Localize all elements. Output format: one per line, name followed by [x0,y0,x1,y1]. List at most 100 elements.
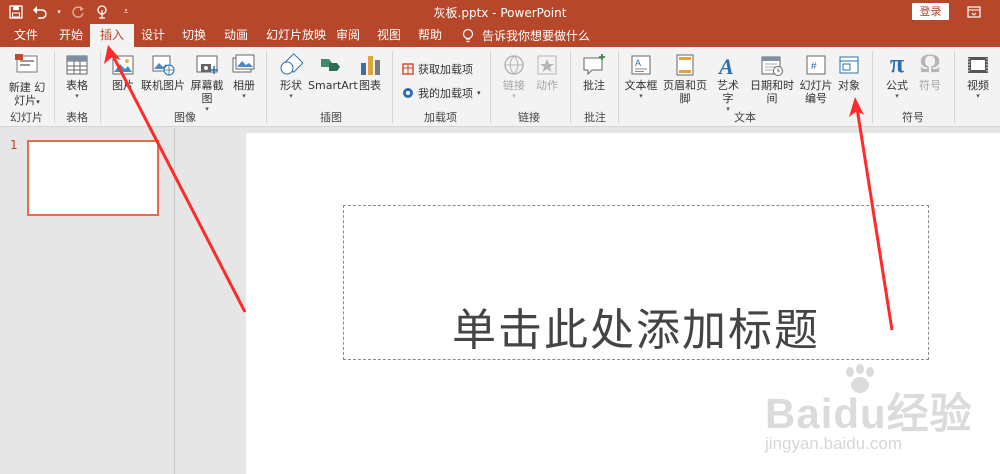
video-icon [968,57,988,73]
lightbulb-icon [462,28,474,42]
tab-help[interactable]: 帮助 [418,24,442,47]
group-divider [54,51,55,123]
screenshot-icon [196,55,218,74]
new-slide-button[interactable]: 新建 幻灯片▾ [6,53,48,109]
video-button[interactable]: 视频 ▾ [962,53,994,100]
link-label: 链接 [503,79,525,92]
group-label-illustrations: 插图 [320,111,342,124]
screenshot-button[interactable]: 屏幕截图 ▾ [186,53,228,113]
group-divider [490,51,491,123]
store-icon [402,63,414,75]
new-slide-icon [15,54,38,73]
comment-button[interactable]: 批注 [578,53,610,92]
shapes-button[interactable]: 形状 ▾ [276,53,306,100]
group-divider [570,51,571,123]
group-divider [100,51,101,123]
tab-file[interactable]: 文件 [14,24,38,47]
equation-button[interactable]: π 公式 ▾ [880,49,914,101]
symbol-button[interactable]: Ω 符号 [914,49,946,93]
object-label: 对象 [838,79,860,92]
ribbon-display-options-icon[interactable] [966,4,982,20]
tab-insert[interactable]: 插入 [90,24,135,47]
title-bar: ▾ ⩡ 灰板.pptx - PowerPoint 登录 [0,0,1000,24]
action-button[interactable]: 动作 [532,53,562,92]
get-addins-button[interactable]: 获取加载项 [402,61,473,77]
group-label-tables: 表格 [66,111,88,124]
pi-icon: π [889,49,905,78]
watermark-brand: Baidu经验 [765,390,973,437]
table-label: 表格 [66,79,88,92]
title-placeholder[interactable]: 单击此处添加标题 [343,205,929,360]
smartart-icon [321,59,340,71]
group-divider [954,51,955,123]
tab-view[interactable]: 视图 [377,24,401,47]
header-footer-icon [676,54,694,76]
calendar-icon [761,56,783,76]
comment-icon [583,54,605,76]
shapes-icon [280,53,303,75]
slide-number-label-2: 编号 [805,92,827,105]
smartart-label: SmartArt [308,79,358,92]
date-time-label: 日期和时间 [750,79,794,105]
object-icon [839,56,859,74]
slide-number: 1 [10,138,18,152]
online-picture-button[interactable]: 联机图片 [140,53,186,92]
tab-slideshow[interactable]: 幻灯片放映 [266,24,326,47]
header-footer-button[interactable]: 页眉和页脚 [658,53,712,105]
object-button[interactable]: 对象 [834,53,864,92]
svg-text:#: # [811,61,817,72]
chart-label: 图表 [359,79,381,92]
login-button[interactable]: 登录 [912,3,949,20]
group-divider [872,51,873,123]
online-picture-icon [152,55,175,76]
tab-design[interactable]: 设计 [141,24,165,47]
equation-label: 公式 [886,79,908,92]
tab-home[interactable]: 开始 [59,24,83,47]
date-time-button[interactable]: 日期和时间 [746,53,798,105]
new-slide-label-1: 新建 [8,81,31,94]
picture-button[interactable]: 图片 [108,53,138,92]
smartart-button[interactable]: SmartArt [308,53,358,92]
tab-transitions[interactable]: 切换 [182,24,206,47]
picture-icon [112,55,134,75]
video-label: 视频 [967,79,989,92]
omega-icon: Ω [919,49,941,78]
action-icon [537,55,557,75]
watermark-url: jingyan.baidu.com [765,434,903,453]
wordart-button[interactable]: A 艺术字 ▾ [712,53,744,113]
link-button[interactable]: 链接 ▾ [500,53,528,100]
group-label-symbols: 符号 [902,111,924,124]
chart-icon [361,56,380,75]
slide-thumbnail[interactable] [27,140,159,216]
title-placeholder-text: 单击此处添加标题 [452,305,820,356]
get-addins-label: 获取加载项 [418,63,473,76]
tell-me-box[interactable]: 告诉我你想要做什么 [462,27,590,44]
tab-review[interactable]: 审阅 [336,24,360,47]
addins-icon [403,88,413,98]
textbox-button[interactable]: A 文本框 ▾ [624,53,658,100]
table-button[interactable]: 表格 ▾ [60,53,94,100]
group-divider [266,51,267,123]
tab-animations[interactable]: 动画 [224,24,248,47]
photo-album-button[interactable]: 相册 ▾ [230,53,258,100]
link-icon [504,55,524,75]
shapes-label: 形状 [280,79,302,92]
wordart-label: 艺术字 [717,79,739,105]
header-footer-label: 页眉和页脚 [663,79,707,105]
action-label: 动作 [536,79,558,92]
screenshot-label: 屏幕截图 [190,79,224,105]
wordart-icon: A [717,54,734,77]
slide-number-label-1: 幻灯片 [799,79,833,92]
slide-thumbnail-pane: 1 [0,128,175,474]
online-picture-label: 联机图片 [141,79,185,92]
tell-me-text: 告诉我你想要做什么 [482,29,591,43]
svg-text:A: A [717,54,734,77]
my-addins-button[interactable]: 我的加载项 ▾ [402,85,481,101]
photo-album-icon [232,54,255,73]
slide-number-button[interactable]: # 幻灯片 编号 [798,53,834,105]
group-divider [392,51,393,123]
picture-label: 图片 [112,79,134,92]
chart-button[interactable]: 图表 [356,53,384,92]
group-label-slides: 幻灯片 [10,111,43,124]
document-title: 灰板.pptx - PowerPoint [433,6,567,20]
